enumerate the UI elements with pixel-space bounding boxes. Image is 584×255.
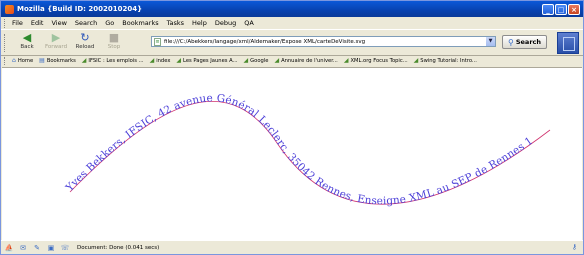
forward-label: Forward bbox=[44, 44, 68, 50]
reload-icon: ↻ bbox=[80, 31, 90, 44]
mozilla-logo-icon bbox=[563, 37, 575, 51]
bookmark-google[interactable]: ◢ Google bbox=[244, 57, 269, 64]
bookmark-label: Les Pages Jaunes A... bbox=[183, 57, 238, 64]
navigator-icon[interactable]: ⛵ bbox=[3, 244, 15, 252]
bookmark-label: Home bbox=[17, 57, 34, 64]
forward-button[interactable]: ▶ Forward bbox=[43, 31, 69, 54]
toolbar-grip[interactable] bbox=[4, 33, 8, 52]
back-label: Back bbox=[20, 44, 34, 50]
menu-file[interactable]: File bbox=[12, 19, 23, 27]
bookmark-index[interactable]: ◢ index bbox=[150, 57, 171, 64]
address-book-icon[interactable]: ▣ bbox=[45, 244, 57, 252]
throbber-icon[interactable] bbox=[557, 32, 579, 54]
menu-bar: File Edit View Search Go Bookmarks Tasks… bbox=[1, 17, 583, 29]
minimize-button[interactable]: _ bbox=[542, 3, 554, 15]
security-icon[interactable]: ⚷ bbox=[572, 243, 577, 251]
chat-icon[interactable]: ☏ bbox=[59, 244, 71, 252]
link-icon: ◢ bbox=[243, 57, 249, 64]
curved-text-content: Yves Bekkers, IFSIC, 42 avenue Général L… bbox=[63, 92, 535, 207]
url-bar[interactable]: ≡ file:///C:/Abekkers/langage/xml/Aldema… bbox=[151, 36, 496, 47]
bookmark-label: index bbox=[156, 57, 171, 64]
status-text: Document: Done (0.041 secs) bbox=[77, 245, 160, 251]
menu-edit[interactable]: Edit bbox=[31, 19, 44, 27]
menu-search[interactable]: Search bbox=[75, 19, 97, 27]
title-bar[interactable]: Mozilla {Build ID: 2002010204} _ □ × bbox=[1, 1, 583, 17]
bookmark-label: XML.org Focus Topic... bbox=[350, 57, 408, 64]
mail-icon[interactable]: ✉ bbox=[17, 244, 29, 252]
link-icon: ◢ bbox=[274, 57, 280, 64]
search-button[interactable]: ⚲ Search bbox=[502, 35, 547, 49]
bookmark-label: Annuaire de l'univer... bbox=[281, 57, 338, 64]
reload-label: Reload bbox=[75, 44, 95, 50]
forward-arrow-icon: ▶ bbox=[51, 31, 61, 44]
link-icon: ◢ bbox=[176, 57, 182, 64]
composer-icon[interactable]: ✎ bbox=[31, 244, 43, 252]
link-icon: ◢ bbox=[413, 57, 419, 64]
bookmark-home[interactable]: ⌂ Home bbox=[12, 57, 33, 64]
bookmarks-icon: ▤ bbox=[39, 57, 45, 64]
bookmark-ifsic[interactable]: ◢ IFSIC : Les emplois ... bbox=[82, 57, 144, 64]
bookmark-label: Google bbox=[250, 57, 269, 64]
bookmark-pages-jaunes[interactable]: ◢ Les Pages Jaunes A... bbox=[176, 57, 237, 64]
bookmark-bookmarks[interactable]: ▤ Bookmarks bbox=[39, 57, 76, 64]
link-icon: ◢ bbox=[81, 57, 87, 64]
close-button[interactable]: × bbox=[568, 3, 580, 15]
url-dropdown-icon[interactable]: ▼ bbox=[486, 37, 495, 46]
link-icon: ◢ bbox=[343, 57, 349, 64]
menu-qa[interactable]: QA bbox=[244, 19, 254, 27]
toolbar-grip[interactable] bbox=[4, 18, 8, 28]
mozilla-icon bbox=[5, 4, 14, 14]
stop-icon: ■ bbox=[108, 31, 120, 44]
bookmark-annuaire[interactable]: ◢ Annuaire de l'univer... bbox=[274, 57, 337, 64]
toolbar-grip[interactable] bbox=[4, 56, 8, 65]
link-icon: ◢ bbox=[149, 57, 155, 64]
menu-bookmarks[interactable]: Bookmarks bbox=[122, 19, 158, 27]
bookmark-label: Swing Tutorial: Intro... bbox=[420, 57, 477, 64]
personal-toolbar: ⌂ Home ▤ Bookmarks ◢ IFSIC : Les emplois… bbox=[1, 55, 583, 66]
document-viewport[interactable]: Yves Bekkers, IFSIC, 42 avenue Général L… bbox=[2, 67, 582, 240]
menu-tasks[interactable]: Tasks bbox=[167, 19, 184, 27]
home-icon: ⌂ bbox=[12, 57, 16, 64]
menu-view[interactable]: View bbox=[51, 19, 66, 27]
menu-debug[interactable]: Debug bbox=[215, 19, 236, 27]
back-arrow-icon: ◀ bbox=[22, 31, 32, 44]
window-controls: _ □ × bbox=[542, 3, 580, 15]
back-button[interactable]: ◀ Back bbox=[14, 31, 40, 54]
navigation-toolbar: ◀ Back ▶ Forward ↻ Reload ■ Stop ≡ file:… bbox=[1, 29, 583, 56]
text-path-curve bbox=[69, 100, 551, 205]
curved-text: Yves Bekkers, IFSIC, 42 avenue Général L… bbox=[63, 92, 535, 207]
status-bar: ⛵ ✉ ✎ ▣ ☏ Document: Done (0.041 secs) ⚷ bbox=[1, 240, 583, 255]
maximize-button[interactable]: □ bbox=[555, 3, 567, 15]
browser-window: Mozilla {Build ID: 2002010204} _ □ × Fil… bbox=[0, 0, 584, 255]
stop-button[interactable]: ■ Stop bbox=[101, 31, 127, 54]
search-icon: ⚲ bbox=[507, 37, 514, 47]
menu-go[interactable]: Go bbox=[105, 19, 114, 27]
page-icon: ≡ bbox=[154, 37, 161, 46]
svg-business-card: Yves Bekkers, IFSIC, 42 avenue Général L… bbox=[63, 92, 551, 207]
bookmark-swing[interactable]: ◢ Swing Tutorial: Intro... bbox=[414, 57, 477, 64]
search-label: Search bbox=[515, 38, 542, 46]
reload-button[interactable]: ↻ Reload bbox=[72, 31, 98, 54]
window-title: Mozilla {Build ID: 2002010204} bbox=[17, 5, 143, 13]
menu-help[interactable]: Help bbox=[192, 19, 207, 27]
stop-label: Stop bbox=[107, 44, 121, 50]
url-text[interactable]: file:///C:/Abekkers/langage/xml/Aldemake… bbox=[164, 39, 365, 45]
bookmark-xml-org[interactable]: ◢ XML.org Focus Topic... bbox=[344, 57, 408, 64]
bookmark-label: Bookmarks bbox=[46, 57, 76, 64]
bookmark-label: IFSIC : Les emplois ... bbox=[88, 57, 144, 64]
